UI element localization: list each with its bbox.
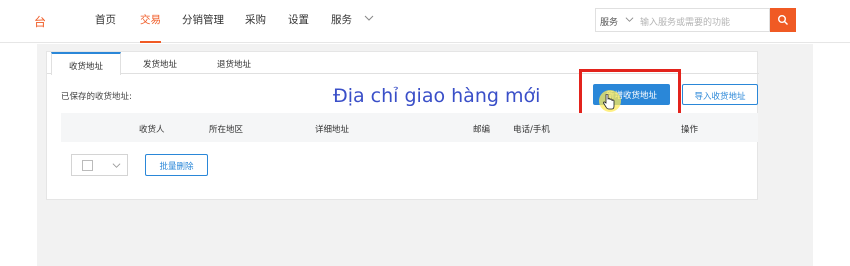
video-caption: Địa chỉ giao hàng mới bbox=[333, 85, 541, 107]
column-recipient: 收货人 bbox=[139, 125, 165, 135]
nav-trade[interactable]: 交易 bbox=[140, 12, 161, 43]
chevron-down-icon[interactable] bbox=[112, 161, 121, 170]
table-header: 收货人 所在地区 详细地址 邮编 电话/手机 操作 bbox=[61, 113, 758, 142]
tab-return-address[interactable]: 退货地址 bbox=[199, 52, 269, 74]
select-all-dropdown[interactable] bbox=[71, 154, 128, 176]
import-address-button[interactable]: 导入收货地址 bbox=[682, 84, 758, 105]
address-panel: 收货地址 发货地址 退货地址 已保存的收货地址: Địa chỉ giao hà… bbox=[46, 51, 759, 200]
tab-receiving-address[interactable]: 收货地址 bbox=[51, 52, 121, 75]
nav-services[interactable]: 服务 bbox=[331, 12, 352, 43]
select-all-checkbox[interactable] bbox=[82, 160, 93, 171]
column-phone: 电话/手机 bbox=[513, 125, 550, 135]
column-detail-address: 详细地址 bbox=[315, 125, 350, 135]
top-navigation-bar: 台 首页 交易 分销管理 采购 设置 服务 服务 输入服务或需要的功能 bbox=[0, 0, 850, 43]
search-input[interactable]: 输入服务或需要的功能 bbox=[640, 15, 730, 28]
search-icon bbox=[778, 15, 788, 25]
search-category-select[interactable]: 服务 bbox=[600, 15, 618, 28]
chevron-down-icon[interactable] bbox=[625, 15, 634, 24]
logo: 台 bbox=[34, 15, 47, 29]
search-button[interactable] bbox=[770, 8, 796, 32]
bulk-delete-button[interactable]: 批量删除 bbox=[145, 154, 208, 176]
search-box: 服务 输入服务或需要的功能 bbox=[595, 8, 770, 32]
saved-addresses-label: 已保存的收货地址: bbox=[61, 92, 132, 102]
nav-distribution[interactable]: 分销管理 bbox=[182, 12, 224, 43]
column-region: 所在地区 bbox=[209, 125, 244, 135]
chevron-down-icon[interactable] bbox=[364, 13, 374, 23]
column-postcode: 邮编 bbox=[473, 125, 491, 135]
nav-home[interactable]: 首页 bbox=[95, 12, 116, 43]
nav-settings[interactable]: 设置 bbox=[288, 12, 309, 43]
nav-purchase[interactable]: 采购 bbox=[245, 12, 266, 43]
tab-shipping-address[interactable]: 发货地址 bbox=[125, 52, 195, 74]
column-actions: 操作 bbox=[681, 125, 699, 135]
